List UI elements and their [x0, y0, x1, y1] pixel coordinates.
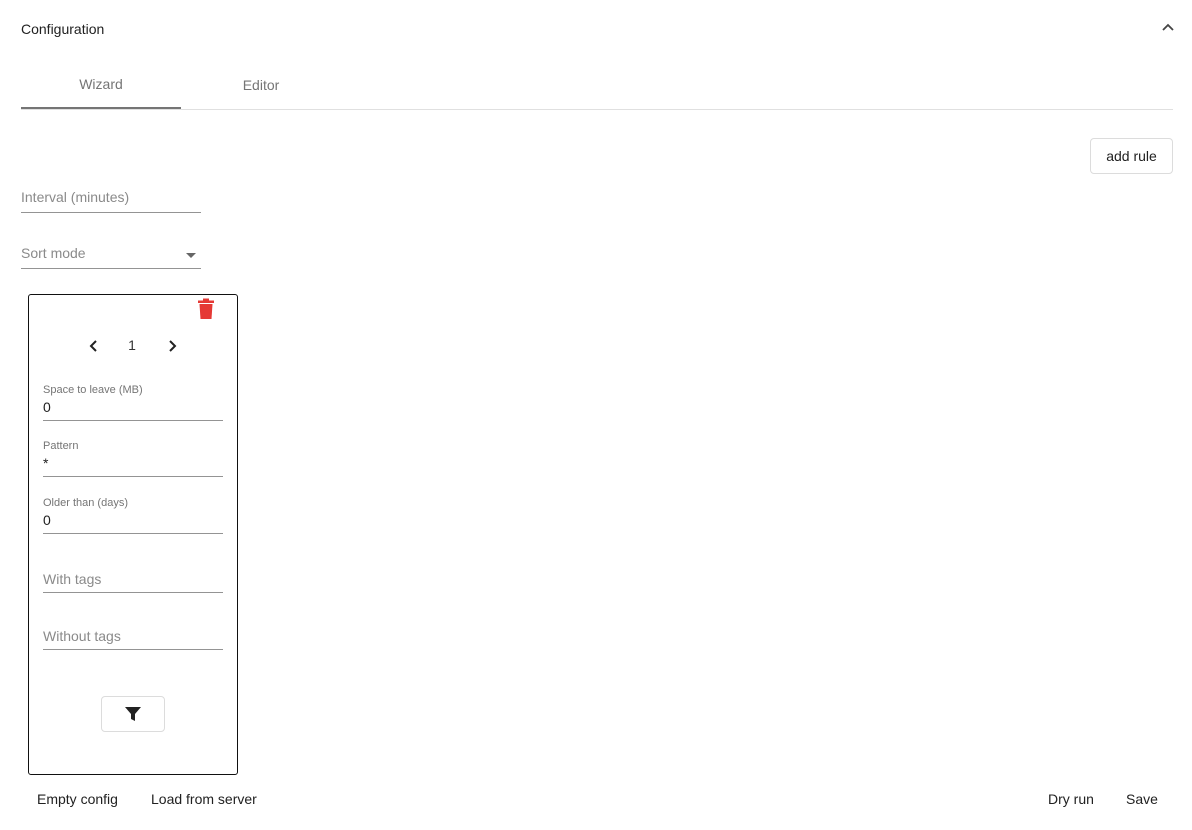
dry-run-button[interactable]: Dry run [1048, 788, 1094, 810]
space-to-leave-value: 0 [43, 399, 51, 415]
filter-button[interactable] [101, 696, 165, 732]
sort-mode-placeholder: Sort mode [21, 245, 86, 261]
add-rule-button[interactable]: add rule [1090, 138, 1173, 174]
chevron-right-icon [169, 340, 177, 352]
page-title: Configuration [21, 21, 105, 37]
pattern-value: * [43, 455, 49, 471]
space-to-leave-label: Space to leave (MB) [43, 384, 143, 396]
rule-card: 1 Space to leave (MB) 0 Pattern * Older … [28, 294, 238, 775]
collapse-button[interactable] [1158, 18, 1178, 38]
interval-input[interactable]: Interval (minutes) [21, 189, 201, 213]
pattern-label: Pattern [43, 440, 79, 452]
save-button[interactable]: Save [1126, 788, 1158, 810]
older-than-value: 0 [43, 512, 51, 528]
prev-rule-button[interactable] [85, 337, 103, 355]
with-tags-input[interactable]: With tags [43, 569, 223, 593]
older-than-label: Older than (days) [43, 497, 128, 509]
interval-placeholder: Interval (minutes) [21, 189, 130, 205]
pattern-field[interactable]: Pattern * [43, 439, 223, 477]
trash-icon [198, 298, 214, 319]
with-tags-placeholder: With tags [43, 571, 102, 587]
tab-editor[interactable]: Editor [181, 60, 341, 109]
tab-wizard[interactable]: Wizard [21, 60, 181, 109]
older-than-field[interactable]: Older than (days) 0 [43, 496, 223, 534]
space-to-leave-field[interactable]: Space to leave (MB) 0 [43, 383, 223, 421]
tab-editor-label: Editor [242, 76, 280, 93]
without-tags-placeholder: Without tags [43, 628, 121, 644]
dropdown-arrow-icon [186, 253, 196, 258]
sort-mode-select[interactable]: Sort mode [21, 245, 201, 269]
next-rule-button[interactable] [163, 337, 181, 355]
delete-rule-button[interactable] [196, 298, 216, 320]
load-from-server-button[interactable]: Load from server [151, 788, 257, 810]
rule-pager: 1 [29, 335, 237, 357]
filter-icon [125, 707, 141, 721]
chevron-left-icon [89, 340, 97, 352]
tab-bar: Wizard Editor [21, 60, 1173, 110]
without-tags-input[interactable]: Without tags [43, 626, 223, 650]
empty-config-button[interactable]: Empty config [37, 788, 118, 810]
tab-wizard-label: Wizard [79, 75, 123, 92]
chevron-up-icon [1162, 23, 1174, 31]
rule-page-number: 1 [128, 337, 136, 353]
